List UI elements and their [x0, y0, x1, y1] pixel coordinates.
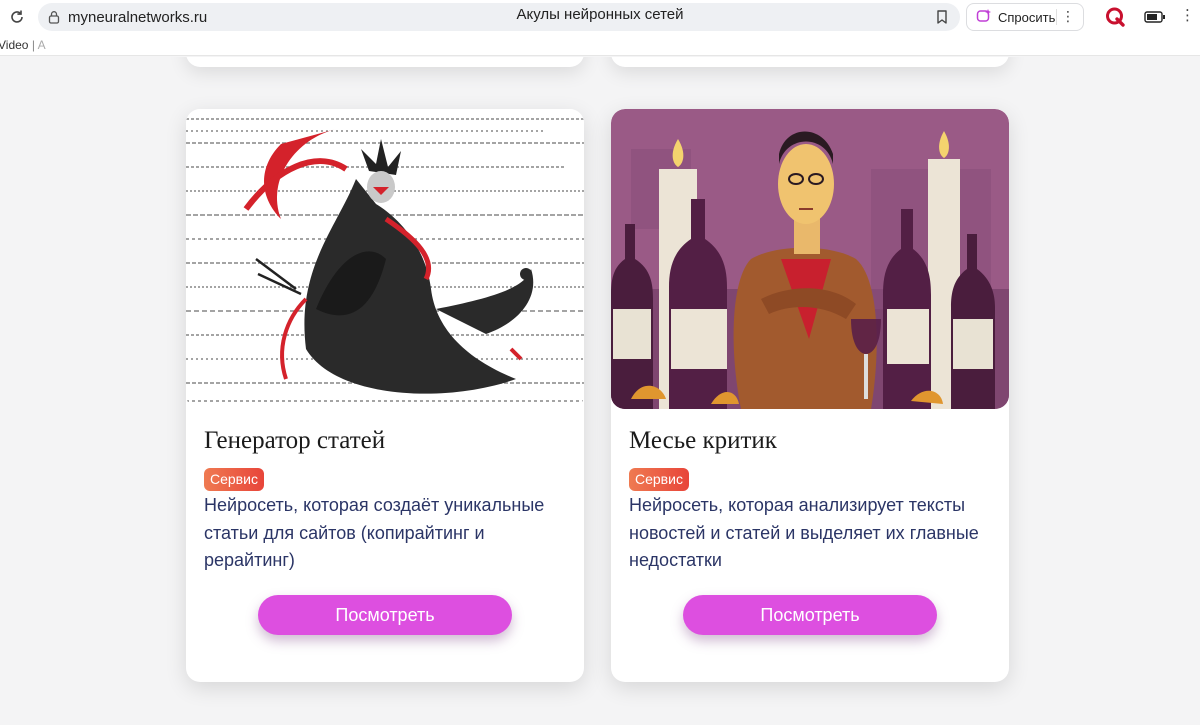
card-title: Генератор статей — [204, 427, 386, 454]
address-bar[interactable]: myneuralnetworks.ru — [38, 3, 960, 31]
ai-sparkle-icon — [976, 8, 992, 27]
bookmarks-bar: Video | A — [0, 34, 1200, 56]
lock-icon — [47, 10, 61, 24]
card-title: Месье критик — [629, 427, 777, 454]
bookmark-icon[interactable] — [934, 9, 950, 25]
browser-toolbar: myneuralnetworks.ru Акулы нейронных сете… — [0, 0, 1200, 34]
service-badge: Сервис — [629, 468, 689, 491]
bookmark-next[interactable]: A — [38, 38, 46, 52]
reload-icon[interactable] — [8, 8, 26, 26]
extension-q-icon[interactable] — [1104, 5, 1126, 29]
service-card: Месье критик Сервис Нейросеть, которая а… — [611, 109, 1009, 682]
card-description: Нейросеть, которая анализирует тексты но… — [629, 495, 979, 570]
ask-ai-label: Спросить — [998, 9, 1056, 25]
view-button[interactable]: Посмотреть — [258, 595, 512, 635]
browser-menu-icon[interactable]: ⋮ — [1180, 6, 1195, 24]
divider — [1056, 9, 1057, 25]
view-button[interactable]: Посмотреть — [683, 595, 937, 635]
service-badge: Сервис — [204, 468, 264, 491]
service-card: Генератор статей Сервис Нейросеть, котор… — [186, 109, 584, 682]
previous-card-bottom-right — [611, 57, 1009, 67]
more-vertical-icon[interactable]: ⋮ — [1061, 8, 1075, 25]
page-content: Генератор статей Сервис Нейросеть, котор… — [0, 57, 1200, 725]
card-illustration — [611, 109, 1009, 409]
bookmark-video[interactable]: Video — [0, 38, 28, 52]
bookmark-separator: | — [31, 38, 35, 52]
url-text[interactable]: myneuralnetworks.ru — [68, 9, 207, 26]
card-illustration — [186, 109, 584, 409]
card-description: Нейросеть, которая создаёт уникальные ст… — [204, 495, 545, 570]
previous-card-bottom-left — [186, 57, 584, 67]
battery-icon — [1144, 10, 1166, 24]
ask-ai-button[interactable]: Спросить ⋮ — [966, 3, 1084, 31]
